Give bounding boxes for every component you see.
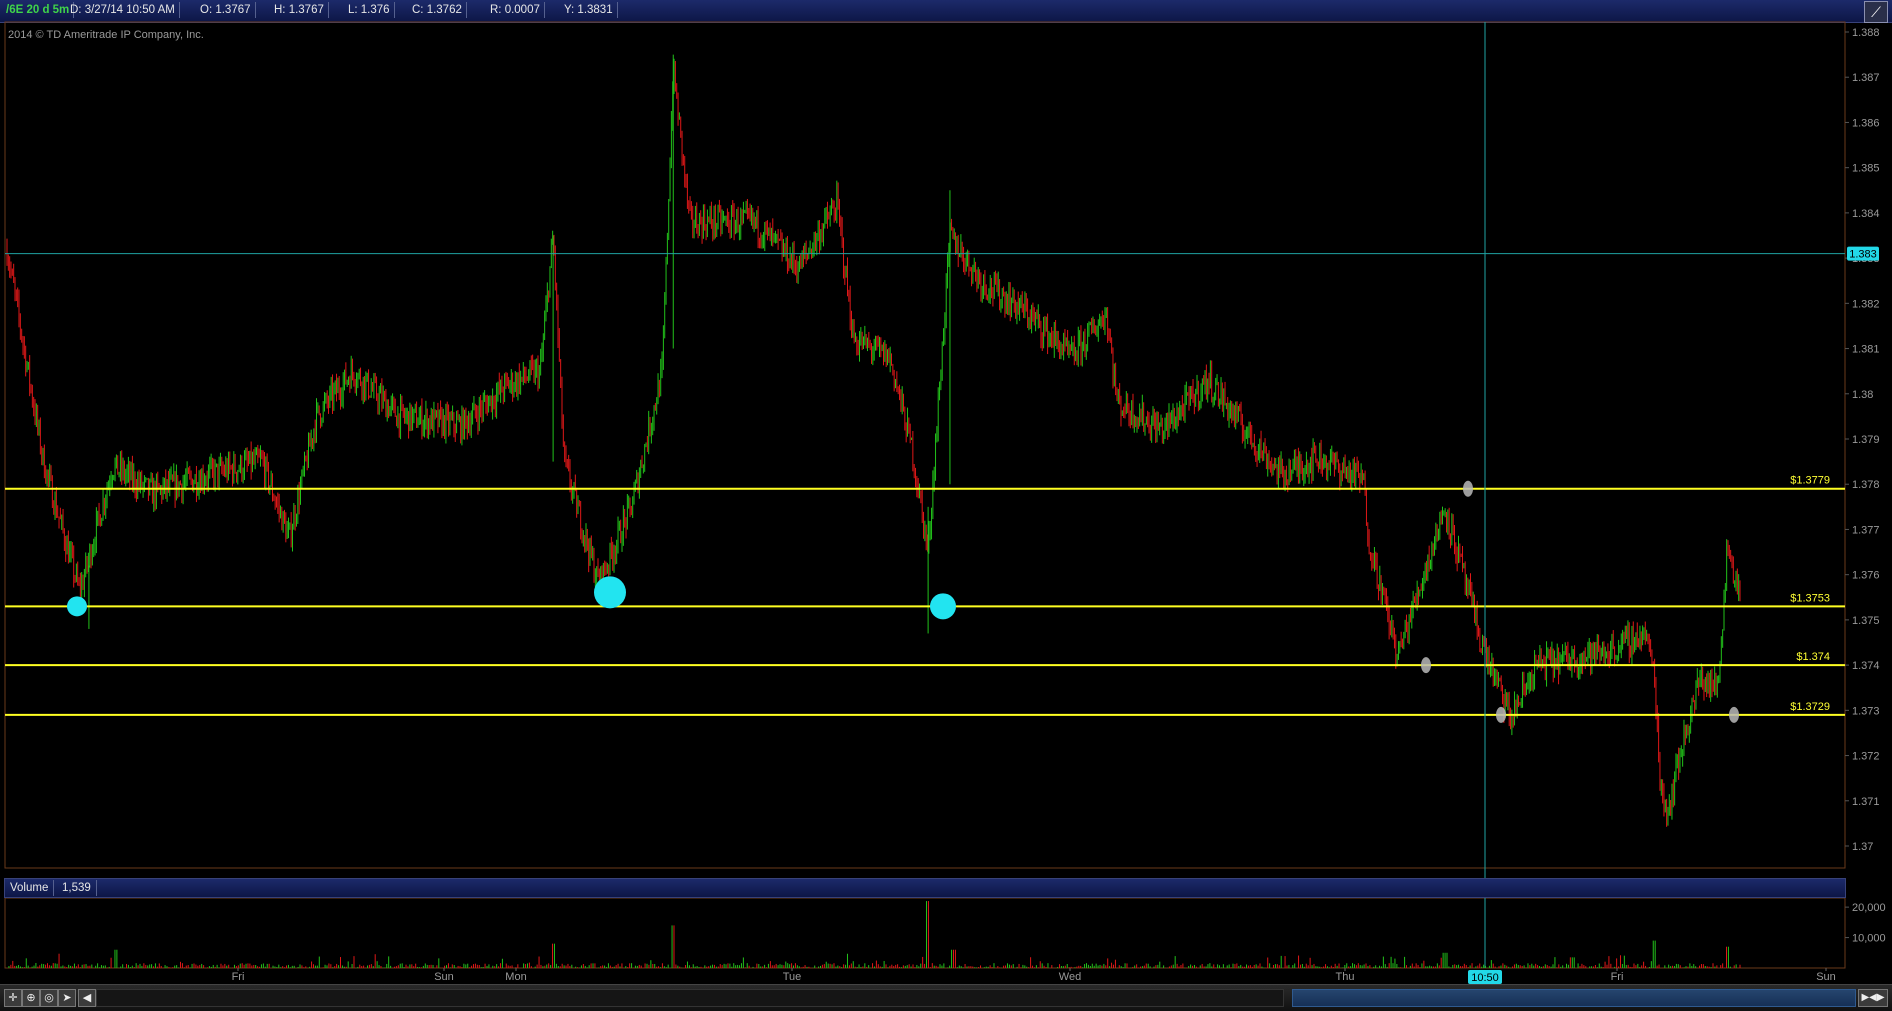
crosshair-price-label: 1.383 [1849, 249, 1877, 261]
y-tick-label: 1.37 [1852, 841, 1873, 853]
level-label: $1.374 [1796, 651, 1830, 663]
x-axis-label: Mon [505, 971, 526, 983]
trading-chart-app: /6E 20 d 5m D: 3/27/14 10:50 AM O: 1.376… [0, 0, 1892, 1011]
touch-marker-grey [1421, 657, 1431, 674]
y-tick-label: 1.381 [1852, 344, 1880, 356]
zoom-tool-icon[interactable]: ⊕ [22, 989, 40, 1007]
y-tick-label: 1.386 [1852, 117, 1880, 129]
price-chart[interactable]: 2014 © TD Ameritrade IP Company, Inc. 1.3… [0, 0, 1892, 1010]
volume-title: Volume [5, 880, 55, 896]
scroll-left-icon[interactable]: ◀ [78, 989, 96, 1007]
x-axis-label: Fri [232, 971, 245, 983]
y-tick-label: 1.379 [1852, 434, 1880, 446]
y-tick-label: 1.375 [1852, 615, 1880, 627]
magnifier-tool-icon[interactable]: ◎ [40, 989, 58, 1007]
scroll-right-icon[interactable]: ▶◀▶ [1858, 989, 1888, 1007]
volume-y-tick-label: 10,000 [1852, 933, 1886, 945]
support-resistance-levels: $1.3779 $1.3753 $1.374 $1.3729 [5, 475, 1845, 716]
y-tick-label: 1.385 [1852, 163, 1880, 175]
price-panel-border [4, 21, 1846, 869]
touch-marker-grey [1496, 706, 1506, 723]
touch-marker-grey [1463, 480, 1473, 497]
y-tick-label: 1.377 [1852, 524, 1880, 536]
x-axis-label: Sun [1816, 971, 1836, 983]
volume-panel-border [4, 897, 1846, 969]
y-tick-label: 1.387 [1852, 72, 1880, 84]
y-tick-label: 1.388 [1852, 27, 1880, 39]
candlestick-series [6, 54, 1741, 827]
y-tick-label: 1.376 [1852, 570, 1880, 582]
y-tick-label: 1.373 [1852, 705, 1880, 717]
level-label: $1.3779 [1790, 475, 1830, 487]
x-axis-label: Tue [783, 971, 802, 983]
touch-marker [594, 576, 626, 609]
level-label: $1.3729 [1790, 701, 1830, 713]
y-tick-label: 1.378 [1852, 479, 1880, 491]
time-scrollbar-track[interactable] [96, 989, 1284, 1007]
x-axis-label: Fri [1611, 971, 1624, 983]
touch-marker [67, 596, 87, 617]
pointer-tool-icon[interactable]: ➤ [58, 989, 76, 1007]
y-tick-label: 1.384 [1852, 208, 1880, 220]
volume-bars [6, 901, 1741, 968]
y-tick-label: 1.371 [1852, 796, 1880, 808]
y-tick-label: 1.372 [1852, 751, 1880, 763]
touch-marker [930, 593, 956, 620]
x-axis-label: Thu [1336, 971, 1355, 983]
time-scrollbar-thumb[interactable] [1292, 989, 1856, 1007]
y-tick-label: 1.382 [1852, 298, 1880, 310]
touch-marker-grey [1729, 706, 1739, 723]
y-tick-label: 1.38 [1852, 389, 1873, 401]
crosshair-time-label: 10:50 [1471, 972, 1499, 984]
volume-value: 1,539 [57, 880, 97, 896]
copyright-text: 2014 © TD Ameritrade IP Company, Inc. [8, 29, 204, 41]
bottom-toolbar: ✛ ⊕ ◎ ➤ ◀ ▶◀▶ [0, 984, 1892, 1011]
y-tick-label: 1.374 [1852, 660, 1880, 672]
level-label: $1.3753 [1790, 592, 1830, 604]
crosshair-tool-icon[interactable]: ✛ [4, 989, 22, 1007]
volume-y-tick-label: 20,000 [1852, 902, 1886, 914]
x-axis-label: Sun [434, 971, 454, 983]
x-axis-label: Wed [1059, 971, 1081, 983]
volume-header: Volume 1,539 [4, 878, 1846, 898]
